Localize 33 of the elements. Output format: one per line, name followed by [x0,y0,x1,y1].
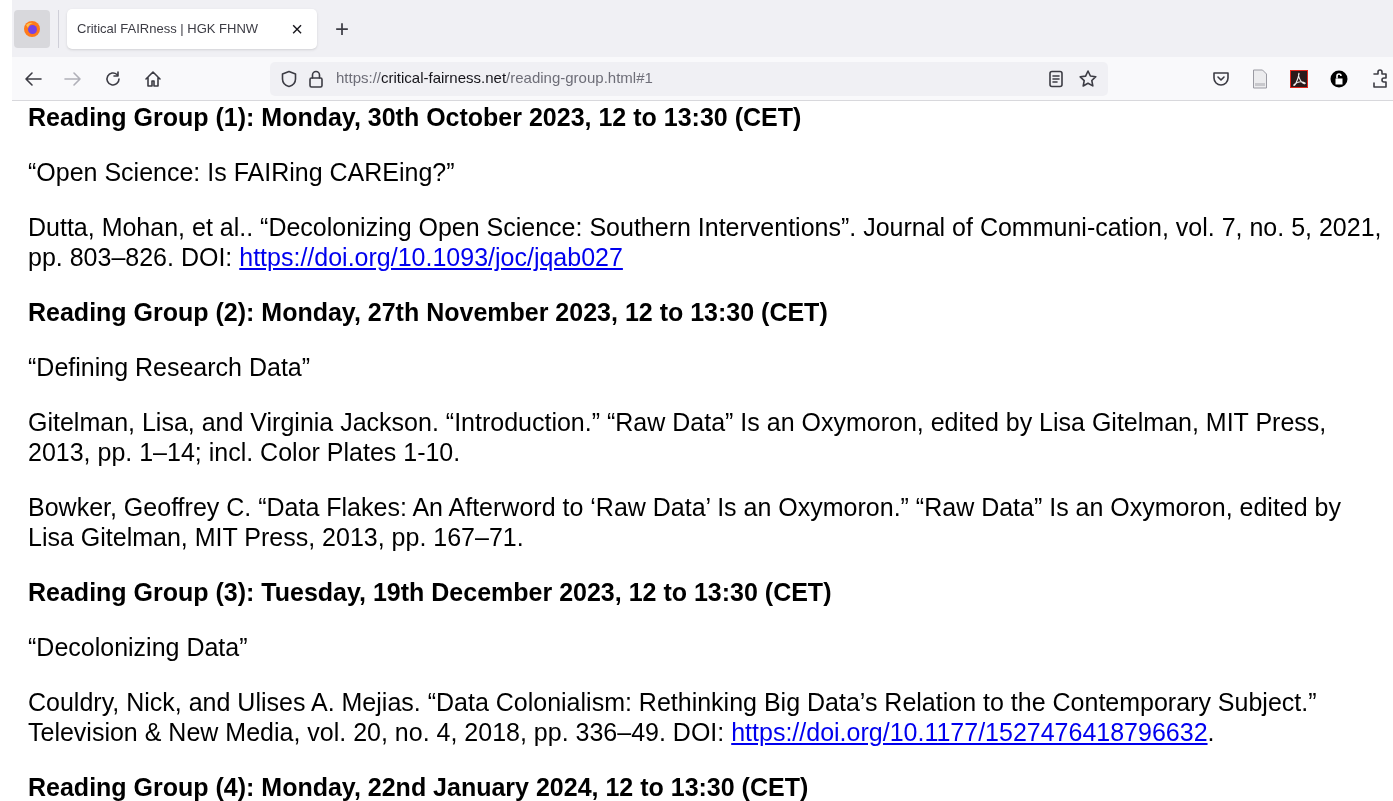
pocket-icon[interactable] [1212,69,1230,88]
lock-icon[interactable] [308,69,324,88]
close-tab-button[interactable]: × [287,18,307,39]
doi-link[interactable]: https://doi.org/10.1093/joc/jqab027 [239,243,623,271]
address-bar[interactable]: https://critical-fairness.net/reading-group.html#1 [270,61,1108,96]
shield-icon[interactable] [280,69,298,88]
browser-tab[interactable]: Critical FAIRness | HGK FHNW × [67,8,317,49]
section-heading: Reading Group (2): Monday, 27th November 2023, 12 to 13:30 (CET) [28,297,829,327]
browser-menu-button[interactable] [14,9,50,48]
home-icon[interactable] [144,69,162,88]
reader-view-icon[interactable] [1048,69,1064,88]
browser-logo-icon [23,19,41,38]
reload-icon[interactable] [104,69,122,88]
padlock-badge-icon[interactable] [1330,69,1348,88]
section-heading: Reading Group (4): Monday, 22nd January 2024, 12 to 13:30 (CET) [28,772,810,801]
citation-text: Bowker, Geoffrey C. “Data Flakes: An Afterword to ‘Raw Data’ Is an Oxymoron.” “Raw Data” Is an Oxymoron, edited by Lisa Gitelman, MIT Press, 2013, pp. 167–71. [28,492,1342,552]
star-icon[interactable] [1078,68,1098,89]
reading-title: “Decolonizing Data” [28,632,249,662]
reading-title: “Defining Research Data” [28,352,312,382]
section-heading: Reading Group (1): Monday, 30th October 2023, 12 to 13:30 (CET) [28,102,803,132]
new-tab-button[interactable]: + [321,16,363,41]
back-arrow-icon[interactable] [24,70,42,87]
citation-text: Couldry, Nick, and Ulises A. Mejias. “Data Colonialism: Rethinking Big Data’s Relation to the Contemporary Subject.” Television & New Media, vol. 20, no. 4, 2018, pp. 336–49. DOI: https://doi.org/10.1177/1527476418796632. [28,687,1318,747]
section-heading: Reading Group (3): Tuesday, 19th December 2023, 12 to 13:30 (CET) [28,577,833,607]
doi-link[interactable]: https://doi.org/10.1177/1527476418796632 [731,718,1208,746]
citation-text: Gitelman, Lisa, and Virginia Jackson. “Introduction.” “Raw Data” Is an Oxymoron, edited by Lisa Gitelman, MIT Press, 2013, pp. 1–14; incl. Color Plates 1-10. [28,407,1328,467]
pdf-icon[interactable] [1290,69,1308,88]
extensions-icon[interactable] [1370,68,1388,89]
document-icon[interactable] [1252,68,1268,89]
citation-text: Dutta, Mohan, et al.. “Decolonizing Open Science: Southern Interventions”. Journal of Communi-cation, vol. 7, no. 5, 2021, pp. 803–826. DOI: https://doi.org/10.1093/joc/jqab027 [28,212,1383,272]
url-text: https://critical-fairness.net/reading-group.html#1 [336,68,654,89]
reading-title: “Open Science: Is FAIRing CAREing?” [28,157,456,187]
tab-title: Critical FAIRness | HGK FHNW [77,19,260,38]
